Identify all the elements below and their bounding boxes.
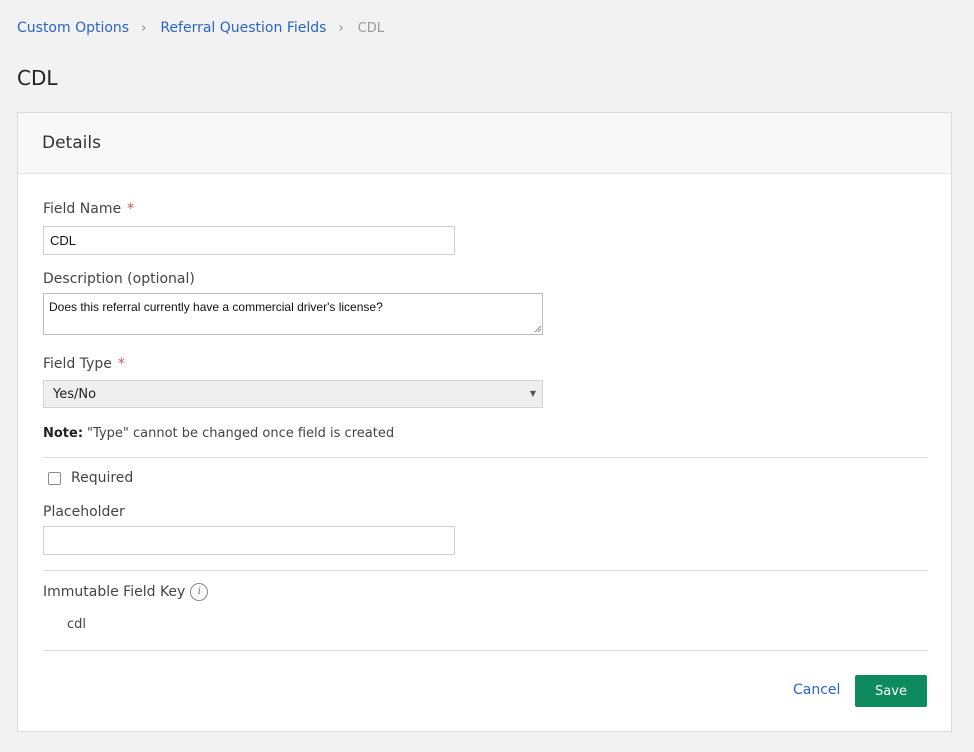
divider xyxy=(43,457,928,458)
required-checkbox[interactable] xyxy=(48,471,61,485)
note-prefix: Note: xyxy=(43,426,84,441)
breadcrumb-custom-options-link[interactable]: Custom Options xyxy=(17,20,129,36)
placeholder-input[interactable] xyxy=(43,526,455,555)
breadcrumb-separator-icon: › xyxy=(338,20,344,36)
field-type-selected-value: Yes/No xyxy=(53,387,97,402)
required-row: Required xyxy=(43,470,133,486)
divider xyxy=(43,650,928,651)
field-type-select[interactable]: Yes/No ▼ xyxy=(43,380,543,408)
card-header: Details xyxy=(18,113,951,174)
required-label: Required xyxy=(71,470,134,486)
field-name-label: Field Name * xyxy=(43,201,134,217)
save-button[interactable]: Save xyxy=(855,675,927,707)
field-name-label-text: Field Name xyxy=(43,201,122,217)
field-type-label-text: Field Type xyxy=(43,356,112,372)
divider xyxy=(43,570,928,571)
required-asterisk: * xyxy=(117,356,125,372)
immutable-field-key-label-text: Immutable Field Key xyxy=(43,584,186,600)
details-card: Details Field Name * Description (optiona… xyxy=(17,112,952,732)
breadcrumb: Custom Options › Referral Question Field… xyxy=(17,20,384,36)
info-icon[interactable]: i xyxy=(190,583,209,601)
breadcrumb-separator-icon: › xyxy=(141,20,147,36)
immutable-field-key-label: Immutable Field Key i xyxy=(43,583,209,601)
breadcrumb-current: CDL xyxy=(357,20,384,36)
immutable-field-key-value: cdl xyxy=(67,617,87,632)
breadcrumb-referral-question-fields-link[interactable]: Referral Question Fields xyxy=(160,20,326,36)
field-type-note: Note: "Type" cannot be changed once field… xyxy=(43,426,394,441)
dropdown-arrow-icon: ▼ xyxy=(529,389,536,398)
note-text: "Type" cannot be changed once field is c… xyxy=(87,426,395,441)
placeholder-label: Placeholder xyxy=(43,504,125,520)
card-title: Details xyxy=(42,133,101,153)
description-label: Description (optional) xyxy=(43,271,195,287)
field-name-input[interactable] xyxy=(43,226,455,255)
required-asterisk: * xyxy=(127,201,135,217)
page-title: CDL xyxy=(17,66,58,90)
field-type-label: Field Type * xyxy=(43,356,125,372)
description-textarea[interactable]: Does this referral currently have a comm… xyxy=(43,293,543,335)
cancel-button[interactable]: Cancel xyxy=(793,682,840,698)
